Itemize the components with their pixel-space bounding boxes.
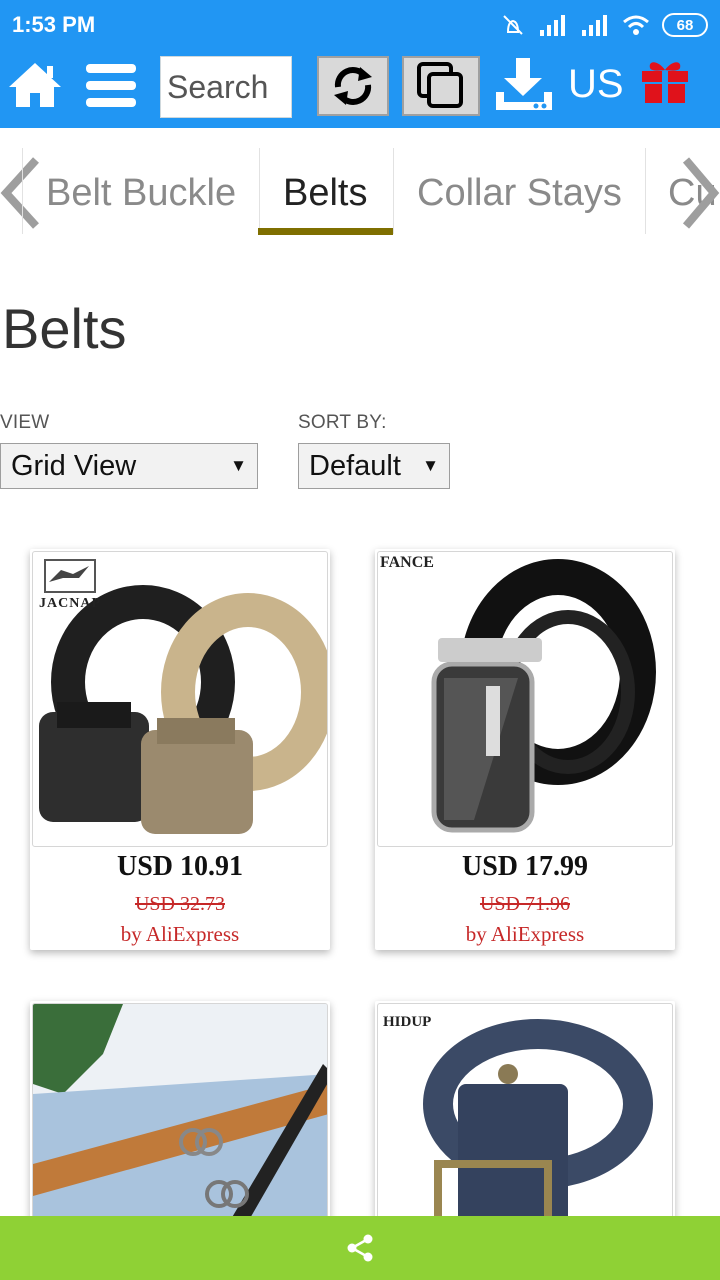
share-icon[interactable]: [345, 1233, 375, 1263]
category-tabs: Belt Buckle Belts Collar Stays Cu: [0, 146, 720, 238]
product-seller[interactable]: by AliExpress: [30, 922, 330, 947]
view-select-value: Grid View: [11, 449, 137, 482]
share-bar[interactable]: [0, 1216, 720, 1280]
tab-belt-buckle[interactable]: Belt Buckle: [46, 150, 236, 236]
top-bar: 1:53 PM 68 Search US: [0, 0, 720, 128]
brand-logo: HIDUP: [383, 1014, 432, 1030]
product-old-price: USD 32.73: [134, 893, 225, 915]
download-icon[interactable]: [492, 56, 556, 114]
product-card[interactable]: FANCE USD 17.99 USD 71.96 by AliExpress: [375, 549, 675, 950]
product-seller[interactable]: by AliExpress: [375, 922, 675, 947]
product-price: USD 17.99: [461, 851, 588, 882]
dropdown-caret-icon: ▼: [230, 456, 247, 475]
tab-collar-stays[interactable]: Collar Stays: [417, 150, 622, 236]
tab-divider: [259, 148, 260, 234]
dropdown-caret-icon: ▼: [422, 456, 439, 475]
refresh-icon: [334, 67, 372, 105]
sort-select-value: Default: [309, 449, 401, 482]
belt-image-leather: [431, 559, 656, 833]
signal-icon: [540, 15, 565, 36]
gift-icon[interactable]: [640, 58, 690, 104]
product-old-price: USD 71.96: [479, 893, 570, 915]
chevron-right-icon[interactable]: [680, 156, 720, 230]
tab-divider: [645, 148, 646, 234]
product-card[interactable]: JACNAP USD 10.91 USD 32.73 by AliExpress: [30, 549, 330, 950]
menu-icon[interactable]: [84, 62, 138, 110]
region-label[interactable]: US: [568, 62, 624, 107]
copy-icon: [417, 62, 463, 108]
tab-belts[interactable]: Belts: [283, 150, 367, 236]
view-label: VIEW: [0, 412, 50, 433]
brand-logo: JACNAP: [39, 596, 101, 611]
product-image[interactable]: JACNAP: [32, 551, 328, 847]
status-time: 1:53 PM: [12, 12, 96, 37]
active-tab-indicator: [258, 228, 393, 235]
signal-icon-2: [582, 15, 607, 36]
alarm-off-icon: [503, 15, 523, 35]
page-title: Belts: [2, 297, 127, 360]
home-icon[interactable]: [6, 60, 64, 110]
brand-logo: FANCE: [380, 554, 434, 571]
product-image[interactable]: FANCE: [377, 551, 673, 847]
wifi-icon: [623, 15, 649, 35]
search-input[interactable]: [160, 56, 292, 118]
copy-button[interactable]: [402, 56, 480, 116]
refresh-button[interactable]: [317, 56, 389, 116]
tab-divider: [22, 148, 23, 234]
sort-label: SORT BY:: [298, 412, 387, 433]
product-price: USD 10.91: [116, 851, 243, 882]
battery-indicator: 68: [662, 13, 708, 37]
status-icons: 68: [500, 10, 708, 40]
sort-select[interactable]: Default ▼: [298, 443, 450, 489]
view-select[interactable]: Grid View ▼: [0, 443, 258, 489]
tab-divider: [393, 148, 394, 234]
